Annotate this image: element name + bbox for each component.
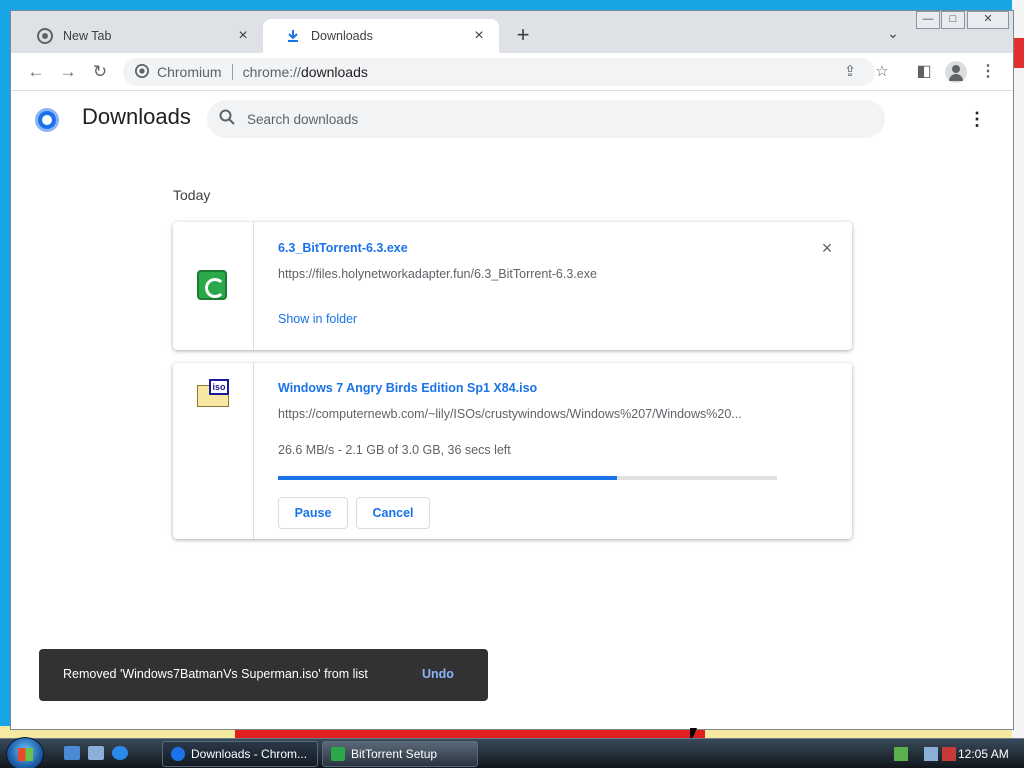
- iso-tag: iso: [209, 379, 229, 395]
- forward-arrow-icon[interactable]: →: [57, 61, 79, 83]
- tab-new-tab[interactable]: New Tab ×: [15, 19, 263, 53]
- download-icon: [285, 28, 301, 44]
- browser-window: New Tab × Downloads × + ⌄ — □ ✕ ← → ↻ Ch…: [10, 10, 1014, 730]
- page-title: Downloads: [82, 104, 191, 129]
- more-options-icon[interactable]: ⋮: [977, 61, 999, 83]
- url-path: downloads: [300, 64, 368, 80]
- back-arrow-icon[interactable]: ←: [25, 61, 47, 83]
- chromium-logo-icon: [35, 108, 59, 132]
- chevron-down-icon[interactable]: ⌄: [883, 25, 903, 45]
- download-url[interactable]: https://computernewb.com/~lily/ISOs/crus…: [278, 407, 778, 421]
- bittorrent-icon: [331, 747, 345, 761]
- internet-explorer-icon[interactable]: [112, 746, 128, 760]
- window-close-button[interactable]: ✕: [967, 11, 1009, 29]
- search-icon[interactable]: [207, 109, 247, 130]
- omnibox-divider: [231, 64, 233, 80]
- chromium-icon: [135, 63, 149, 81]
- browser-toolbar: ← → ↻ Chromium chrome:// downloads ⇪ ☆ ◧…: [11, 53, 1013, 91]
- taskbar-item-label: Downloads - Chrom...: [191, 747, 308, 761]
- bittorrent-icon[interactable]: [197, 270, 227, 300]
- tab-downloads[interactable]: Downloads ×: [263, 19, 499, 53]
- download-file-name[interactable]: Windows 7 Angry Birds Edition Sp1 X84.is…: [278, 381, 537, 395]
- show-in-folder-link[interactable]: Show in folder: [278, 312, 357, 326]
- page-header: Downloads ⋮: [11, 91, 1013, 147]
- download-progress-fill: [278, 476, 618, 480]
- network-icon[interactable]: [894, 747, 908, 761]
- connection-icon[interactable]: [924, 747, 938, 761]
- undo-button[interactable]: Undo: [422, 667, 454, 681]
- file-icon-column: [173, 222, 254, 350]
- menu-icon[interactable]: ⋮: [967, 109, 987, 129]
- new-tab-button[interactable]: +: [511, 24, 535, 48]
- address-bar[interactable]: Chromium chrome:// downloads ⇪ ☆: [123, 58, 889, 86]
- taskbar-item-downloads[interactable]: Downloads - Chrom...: [162, 741, 318, 767]
- close-icon[interactable]: ×: [471, 28, 487, 44]
- volume-muted-icon[interactable]: [942, 747, 956, 761]
- toast-message: Removed 'Windows7BatmanVs Superman.iso' …: [63, 667, 368, 681]
- clock[interactable]: 12:05 AM: [958, 747, 1009, 761]
- close-icon[interactable]: ×: [817, 238, 837, 258]
- maximize-button[interactable]: □: [941, 11, 965, 29]
- download-item: iso Windows 7 Angry Birds Edition Sp1 X8…: [173, 363, 852, 539]
- downloads-page: Downloads ⋮ Today 6.3_BitTorrent-6.3.exe…: [11, 91, 1013, 729]
- tab-strip: New Tab × Downloads × + ⌄ — □ ✕: [11, 11, 1013, 53]
- taskbar: Downloads - Chrom... BitTorrent Setup 12…: [0, 737, 1024, 768]
- download-file-name[interactable]: 6.3_BitTorrent-6.3.exe: [278, 241, 408, 255]
- download-item: 6.3_BitTorrent-6.3.exe https://files.hol…: [173, 222, 852, 350]
- url-scheme: chrome://: [242, 64, 301, 80]
- search-bar[interactable]: [207, 100, 885, 138]
- taskbar-item-label: BitTorrent Setup: [351, 747, 438, 761]
- share-icon[interactable]: ⇪: [841, 63, 859, 81]
- start-button[interactable]: [6, 737, 44, 768]
- download-progress-bar: [278, 476, 777, 480]
- download-url[interactable]: https://files.holynetworkadapter.fun/6.3…: [278, 267, 778, 281]
- cancel-button[interactable]: Cancel: [356, 497, 430, 529]
- star-icon[interactable]: ☆: [873, 63, 891, 81]
- switch-windows-icon[interactable]: [88, 746, 104, 760]
- date-heading: Today: [173, 187, 211, 203]
- site-name: Chromium: [157, 64, 222, 80]
- search-input[interactable]: [247, 111, 847, 127]
- iso-file-icon[interactable]: iso: [197, 379, 229, 407]
- chromium-icon: [171, 747, 185, 761]
- chromium-icon: [37, 28, 53, 44]
- reload-icon[interactable]: ↻: [89, 61, 111, 83]
- desktop-wallpaper-right-red: [1014, 38, 1024, 68]
- show-desktop-icon[interactable]: [64, 746, 80, 760]
- tab-title: New Tab: [63, 29, 112, 43]
- toast-notification: Removed 'Windows7BatmanVs Superman.iso' …: [39, 649, 488, 701]
- file-icon-column: iso: [173, 363, 254, 539]
- side-panel-icon[interactable]: ◧: [913, 61, 935, 83]
- profile-avatar-icon[interactable]: [945, 61, 967, 83]
- pause-button[interactable]: Pause: [278, 497, 348, 529]
- tab-title: Downloads: [311, 29, 373, 43]
- minimize-button[interactable]: —: [916, 11, 940, 29]
- close-icon[interactable]: ×: [235, 28, 251, 44]
- download-status: 26.6 MB/s - 2.1 GB of 3.0 GB, 36 secs le…: [278, 443, 511, 457]
- taskbar-item-bittorrent[interactable]: BitTorrent Setup: [322, 741, 478, 767]
